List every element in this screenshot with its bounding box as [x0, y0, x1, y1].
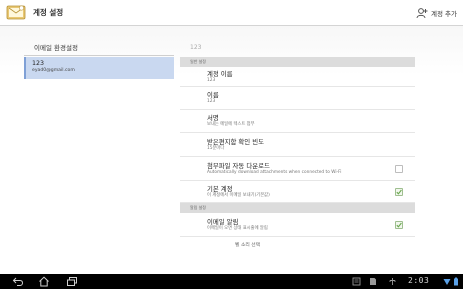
setting-title: 받은편지함 확인 빈도: [207, 137, 264, 146]
setting-title: 첨부파일 자동 다운로드: [207, 161, 270, 170]
account-settings-title: 123: [190, 44, 202, 51]
section-general-settings: 일반 설정: [180, 57, 415, 67]
email-envelope-icon[interactable]: [6, 4, 26, 21]
battery-icon: [454, 277, 458, 286]
setting-summary: 이메일이 오면 상태 표시줄에 알림: [207, 225, 268, 231]
setting-summary: 이 계정에서 이메일 보내기(기본값): [207, 192, 270, 198]
account-name: 123: [32, 60, 45, 67]
setting-email-notification[interactable]: 이메일 알림 이메일이 오면 상태 표시줄에 알림: [180, 213, 415, 237]
email-notification-checkbox[interactable]: [395, 220, 403, 229]
action-bar: 계정 설정 계정 추가: [0, 0, 463, 26]
attachment-download-checkbox[interactable]: [395, 164, 403, 173]
setting-summary: 15분마다: [207, 145, 225, 151]
setting-title: 서명: [207, 114, 219, 122]
settings-content: 이메일 환경설정 123 eyad0@gmail.com 123 일반 설정 계…: [0, 26, 463, 274]
setting-title: 기본 계정: [207, 184, 233, 193]
account-settings-pane: 123 일반 설정 계정 이름 123 이름 123 서명 보내는 메일에 텍스…: [180, 38, 415, 251]
wifi-icon: [443, 279, 451, 285]
account-email: eyad0@gmail.com: [32, 68, 75, 73]
add-account-button[interactable]: 계정 추가: [416, 5, 457, 21]
home-icon[interactable]: [38, 276, 50, 287]
setting-default-account[interactable]: 기본 계정 이 계정에서 이메일 보내기(기본값): [180, 181, 415, 203]
setting-your-name[interactable]: 이름 123: [180, 87, 415, 110]
add-account-label: 계정 추가: [431, 10, 457, 18]
clock: 2:03: [408, 276, 430, 285]
add-account-icon: [416, 8, 428, 19]
setting-signature[interactable]: 서명 보내는 메일에 텍스트 첨부: [180, 110, 415, 133]
system-nav-bar: 2:03: [0, 274, 463, 289]
email-preferences-header[interactable]: 이메일 환경설정: [24, 38, 174, 56]
section-notification-settings: 알림 설정: [180, 203, 415, 213]
setting-summary: 123: [207, 77, 216, 83]
account-list-item[interactable]: 123 eyad0@gmail.com: [24, 57, 174, 79]
default-account-checkbox[interactable]: [395, 187, 403, 196]
notification-icon[interactable]: [352, 277, 361, 286]
setting-summary: Automatically download attachments when …: [207, 169, 342, 175]
recent-apps-icon[interactable]: [66, 276, 78, 287]
usb-icon: [389, 278, 396, 285]
setting-account-name[interactable]: 계정 이름 123: [180, 67, 415, 87]
checkmark-icon: [396, 222, 402, 228]
sd-card-icon: [370, 278, 376, 285]
setting-summary: 보내는 메일에 텍스트 첨부: [207, 122, 255, 127]
setting-summary: 123: [207, 99, 216, 104]
account-list-pane: 이메일 환경설정 123 eyad0@gmail.com: [24, 38, 174, 79]
setting-title: 계정 이름: [207, 69, 233, 78]
setting-title: 이메일 알림: [207, 217, 239, 226]
checkmark-icon: [396, 189, 402, 195]
setting-ringtone[interactable]: 벨 소리 선택: [180, 237, 415, 251]
page-title: 계정 설정: [33, 8, 64, 17]
setting-attachment-download[interactable]: 첨부파일 자동 다운로드 Automatically download atta…: [180, 157, 415, 181]
back-icon[interactable]: [12, 276, 24, 287]
setting-title: 이름: [207, 91, 219, 99]
setting-check-frequency[interactable]: 받은편지함 확인 빈도 15분마다: [180, 133, 415, 157]
